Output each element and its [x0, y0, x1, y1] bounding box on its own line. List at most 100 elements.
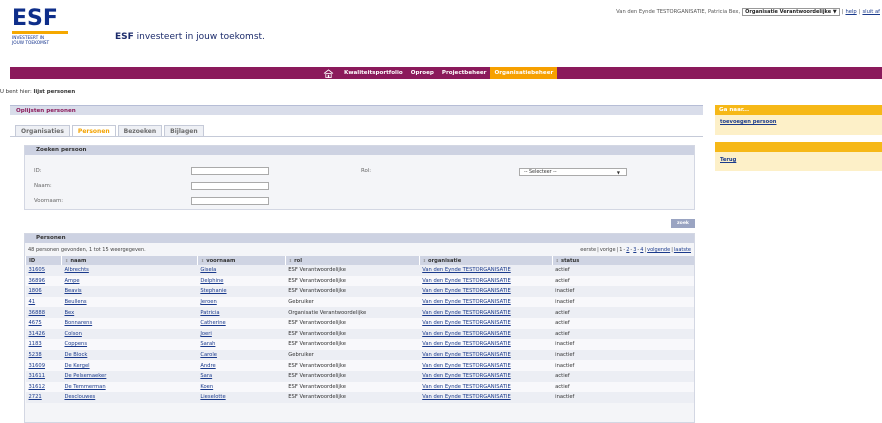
cell-naam[interactable]: De Temmerman [61, 381, 198, 393]
main-nav: Kwaliteitsportfolio Oproep Projectbeheer… [10, 67, 882, 79]
cell-naam[interactable]: De Block [61, 349, 198, 361]
cell-id[interactable]: 2721 [25, 392, 62, 403]
logout-link[interactable]: sluit af [862, 9, 880, 15]
column-header-rol[interactable]: ⇕ rol [284, 256, 420, 265]
cell-voornaam[interactable]: Delphine [197, 275, 286, 287]
cell-organisatie[interactable]: Van den Eynde TESTORGANISATIE [419, 381, 553, 393]
table-row: 1806 Beavis Stephanie ESF Verantwoordelijke… [25, 286, 694, 297]
pager-page-4[interactable]: 4 [640, 247, 643, 253]
rol-select[interactable]: -- Selecteer -- ▼ [519, 168, 627, 176]
cell-naam[interactable]: Colson [61, 328, 198, 340]
cell-voornaam[interactable]: Sara [197, 370, 286, 382]
cell-organisatie[interactable]: Van den Eynde TESTORGANISATIE [419, 317, 553, 329]
cell-id[interactable]: 31611 [25, 370, 62, 382]
tab-bar: Organisaties Personen Bezoeken Bijlagen [15, 125, 204, 136]
column-header-status[interactable]: ⇕ status [551, 256, 694, 265]
home-icon[interactable] [323, 68, 334, 78]
cell-id[interactable]: 36888 [25, 307, 62, 318]
search-button[interactable]: zoek [671, 219, 695, 228]
back-link[interactable]: Terug [720, 157, 736, 163]
cell-id[interactable]: 5238 [25, 349, 62, 361]
cell-id[interactable]: 36896 [25, 275, 62, 287]
cell-id[interactable]: 31426 [25, 328, 62, 340]
cell-voornaam[interactable]: Andre [197, 360, 286, 371]
breadcrumb-current: lijst personen [33, 89, 76, 95]
cell-organisatie[interactable]: Van den Eynde TESTORGANISATIE [419, 349, 553, 361]
pager-page-3[interactable]: 3 [633, 247, 636, 253]
nav-item-oproep[interactable]: Oproep [407, 67, 438, 79]
pager-dash: - [630, 247, 633, 253]
cell-organisatie[interactable]: Van den Eynde TESTORGANISATIE [419, 339, 553, 350]
cell-organisatie[interactable]: Van den Eynde TESTORGANISATIE [419, 286, 553, 297]
naam-input[interactable] [191, 182, 269, 190]
column-header-organisatie[interactable]: ⇕ organisatie [418, 256, 553, 265]
add-person-link[interactable]: toevoegen persoon [720, 119, 776, 125]
cell-id[interactable]: 41 [25, 296, 62, 308]
tagline: ESF investeert in jouw toekomst. [115, 32, 265, 42]
cell-id[interactable]: 1806 [25, 286, 62, 297]
pager-next[interactable]: volgende [647, 247, 670, 253]
organisation-role-select[interactable]: Organisatie Verantwoordelijke ▼ [742, 8, 840, 16]
cell-rol: ESF Verantwoordelijke [285, 265, 420, 276]
back-panel-bar [715, 142, 882, 152]
pager-page-2[interactable]: 2 [626, 247, 629, 253]
cell-rol: ESF Verantwoordelijke [285, 381, 420, 393]
table-row: 31611 De Pelsemaeker Sara ESF Verantwoordel… [25, 370, 694, 382]
column-header-voornaam[interactable]: ⇕ voornaam [196, 256, 286, 265]
tab-personen[interactable]: Personen [71, 125, 116, 136]
cell-status: actief [552, 275, 694, 287]
cell-naam[interactable]: Ampe [61, 275, 198, 287]
nav-item-organisatiebeheer[interactable]: Organisatiebeheer [490, 67, 558, 79]
pager-last[interactable]: laatste [674, 247, 691, 253]
esf-logo[interactable]: ESF INVESTEERT IN JOUW TOEKOMST [12, 8, 82, 63]
cell-naam[interactable]: De Kergel [61, 360, 198, 371]
cell-voornaam[interactable]: Carole [197, 349, 286, 361]
help-link[interactable]: help [845, 9, 856, 15]
cell-voornaam[interactable]: Jeroen [197, 296, 286, 308]
cell-naam[interactable]: Beavis [61, 286, 198, 297]
tab-divider [10, 136, 703, 137]
nav-item-projectbeheer[interactable]: Projectbeheer [438, 67, 491, 79]
cell-voornaam[interactable]: Gisela [197, 265, 286, 276]
voornaam-input[interactable] [191, 197, 269, 205]
cell-organisatie[interactable]: Van den Eynde TESTORGANISATIE [419, 392, 553, 403]
cell-rol: ESF Verantwoordelijke [285, 317, 420, 329]
cell-voornaam[interactable]: Stephanie [197, 286, 286, 297]
tab-bezoeken[interactable]: Bezoeken [117, 125, 163, 136]
cell-voornaam[interactable]: Patricia [197, 307, 286, 318]
cell-naam[interactable]: Bonnarens [61, 317, 198, 329]
tab-organisaties[interactable]: Organisaties [15, 125, 70, 136]
cell-voornaam[interactable]: Catherine [197, 317, 286, 329]
tab-bijlagen[interactable]: Bijlagen [164, 125, 204, 136]
cell-organisatie[interactable]: Van den Eynde TESTORGANISATIE [419, 275, 553, 287]
cell-organisatie[interactable]: Van den Eynde TESTORGANISATIE [419, 307, 553, 318]
cell-organisatie[interactable]: Van den Eynde TESTORGANISATIE [419, 328, 553, 340]
cell-organisatie[interactable]: Van den Eynde TESTORGANISATIE [419, 360, 553, 371]
cell-naam[interactable]: Beullens [61, 296, 198, 308]
nav-item-kwaliteitsportfolio[interactable]: Kwaliteitsportfolio [340, 67, 407, 79]
cell-id[interactable]: 1183 [25, 339, 62, 350]
column-header-naam[interactable]: ⇕ naam [60, 256, 198, 265]
cell-id[interactable]: 31605 [25, 265, 62, 276]
cell-voornaam[interactable]: Sarah [197, 339, 286, 350]
cell-rol: Gebruiker [285, 349, 420, 361]
cell-naam[interactable]: Coppens [61, 339, 198, 350]
cell-id[interactable]: 31612 [25, 381, 62, 393]
cell-id[interactable]: 31609 [25, 360, 62, 371]
cell-voornaam[interactable]: Lieselotte [197, 392, 286, 403]
cell-id[interactable]: 4675 [25, 317, 62, 329]
id-input[interactable] [191, 167, 269, 175]
cell-organisatie[interactable]: Van den Eynde TESTORGANISATIE [419, 370, 553, 382]
cell-voornaam[interactable]: Joeri [197, 328, 286, 340]
cell-naam[interactable]: De Pelsemaeker [61, 370, 198, 382]
pager-page-1: 1 [619, 247, 623, 253]
cell-naam[interactable]: Bex [61, 307, 198, 318]
cell-status: inactief [552, 392, 694, 403]
cell-naam[interactable]: Albrechts [61, 265, 198, 276]
cell-voornaam[interactable]: Koen [197, 381, 286, 393]
search-panel-title: Zoeken persoon [25, 146, 694, 155]
cell-organisatie[interactable]: Van den Eynde TESTORGANISATIE [419, 296, 553, 308]
cell-naam[interactable]: Desclouwes [61, 392, 198, 403]
column-header-id[interactable]: ID [25, 256, 62, 265]
cell-organisatie[interactable]: Van den Eynde TESTORGANISATIE [419, 265, 553, 276]
